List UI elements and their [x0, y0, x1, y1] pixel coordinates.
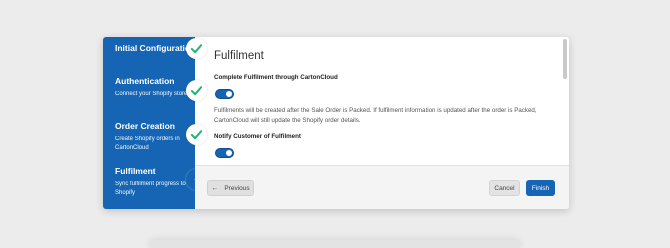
wizard-steps-sidebar: Initial Configuration Authentication Con…	[103, 37, 207, 209]
arrow-left-icon: ←	[211, 184, 219, 192]
toggle-knob	[226, 91, 232, 97]
scrollbar[interactable]	[563, 39, 567, 79]
previous-button[interactable]: ← Previous	[207, 180, 254, 196]
toggle-knob	[226, 150, 232, 156]
complete-fulfilment-label: Complete Fulfilment through CartonCloud	[214, 74, 338, 81]
fulfilment-description: Fulfilments will be created after the Sa…	[214, 107, 537, 124]
notify-customer-toggle[interactable]	[215, 148, 234, 158]
setup-wizard-modal: Initial Configuration Authentication Con…	[103, 37, 569, 209]
step-content: Fulfilment Complete Fulfilment through C…	[195, 37, 569, 165]
background-shadow	[150, 240, 520, 248]
cancel-button[interactable]: Cancel	[489, 180, 520, 196]
complete-fulfilment-toggle[interactable]	[215, 89, 234, 99]
previous-button-label: Previous	[224, 184, 250, 192]
wizard-footer: ← Previous Cancel Finish	[195, 165, 569, 209]
page-title: Fulfilment	[214, 50, 264, 62]
finish-button[interactable]: Finish	[526, 180, 555, 196]
notify-customer-label: Notify Customer of Fulfilment	[214, 133, 301, 140]
